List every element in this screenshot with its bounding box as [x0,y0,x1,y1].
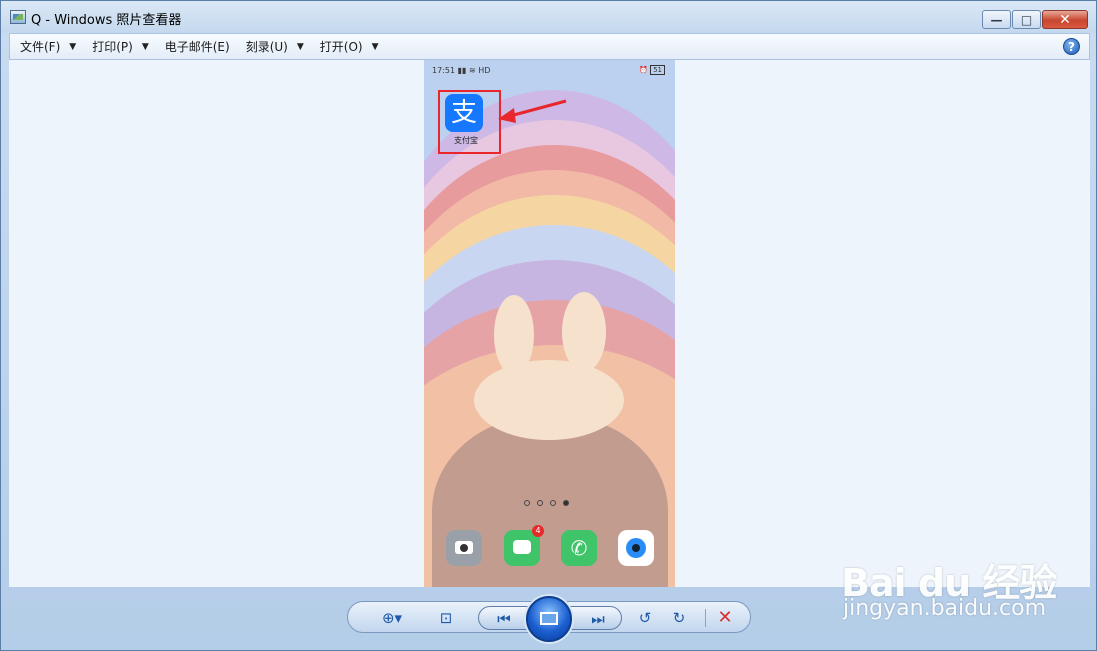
status-time: 17:51 [432,66,456,75]
next-icon[interactable]: ⏭ [587,609,609,629]
help-icon[interactable]: ? [1063,38,1080,55]
chevron-down-icon: ▼ [141,41,149,52]
watermark-url: jingyan.baidu.com [843,596,1047,621]
title-bar[interactable]: Q - Windows 照片查看器 — □ ✕ [1,1,1096,33]
window-controls: — □ ✕ [981,10,1088,29]
messages-badge: 4 [532,525,544,537]
chevron-down-icon: ▼ [69,41,77,52]
menu-print[interactable]: 打印(P) ▼ [82,34,155,59]
phone-app-icon: ✆ [561,530,597,566]
status-bar-right: ⏰ 51 [639,65,665,75]
minimize-button[interactable]: — [982,10,1011,29]
photo-viewer-app-icon [10,10,26,24]
browser-app-icon [618,530,654,566]
menu-file[interactable]: 文件(F) ▼ [10,34,82,59]
rotate-counterclockwise-icon[interactable]: ↺ [635,608,655,628]
viewer-toolbar: ⊕▾ ⊡ ⏮ ⏭ ↺ ↻ ✕ [347,596,751,642]
close-icon: ✕ [1059,11,1071,28]
menu-burn-label: 刻录(U) [245,40,288,54]
page-dot-active [563,500,569,506]
menu-file-label: 文件(F) [20,40,61,54]
image-viewport[interactable]: 17:51 ▮▮ ≋ HD ⏰ 51 支 支付宝 4 ✆ [9,60,1090,587]
menu-bar: 文件(F) ▼ 打印(P) ▼ 电子邮件(E) 刻录(U) ▼ 打开(O) ▼ … [9,33,1090,60]
baidu-jingyan-watermark: Bai du 经验 jingyan.baidu.com [841,534,1081,629]
zoom-icon[interactable]: ⊕▾ [376,608,408,628]
chevron-down-icon: ▼ [296,41,304,52]
window-title: Q - Windows 照片查看器 [31,13,182,28]
page-indicator [524,500,576,506]
bunny-illustration [474,360,624,440]
battery-level: 51 [650,65,665,75]
slideshow-icon [540,612,558,625]
minimize-icon: — [990,12,1003,27]
menu-burn[interactable]: 刻录(U) ▼ [236,34,310,59]
actual-size-icon[interactable]: ⊡ [434,608,458,628]
maximize-button[interactable]: □ [1012,10,1041,29]
close-button[interactable]: ✕ [1042,10,1088,29]
red-arrow-annotation [498,99,567,123]
phone-screenshot-image: 17:51 ▮▮ ≋ HD ⏰ 51 支 支付宝 4 ✆ [424,60,675,587]
menu-email-label: 电子邮件(E) [164,40,230,54]
status-bar-left: 17:51 ▮▮ ≋ HD [432,66,490,75]
toolbar-divider [705,609,706,627]
chevron-down-icon: ▼ [371,41,379,52]
menu-email[interactable]: 电子邮件(E) [155,34,236,59]
menu-print-label: 打印(P) [92,40,133,54]
slideshow-button[interactable] [526,596,572,642]
menu-open[interactable]: 打开(O) ▼ [310,34,385,59]
signal-icon: ▮▮ ≋ [457,66,479,75]
delete-icon[interactable]: ✕ [715,608,735,628]
rotate-clockwise-icon[interactable]: ↻ [669,608,689,628]
camera-app-icon [446,530,482,566]
menu-open-label: 打开(O) [319,40,363,54]
page-dot [524,500,530,506]
photo-viewer-window: Q - Windows 照片查看器 — □ ✕ 文件(F) ▼ 打印(P) ▼ … [0,0,1097,651]
page-dot [537,500,543,506]
messages-app-icon: 4 [504,525,544,566]
status-signal-type: HD [478,66,491,75]
highlight-box [438,90,501,154]
previous-icon[interactable]: ⏮ [493,609,515,629]
alarm-icon: ⏰ [639,66,651,74]
maximize-icon: □ [1020,12,1033,27]
page-dot [550,500,556,506]
